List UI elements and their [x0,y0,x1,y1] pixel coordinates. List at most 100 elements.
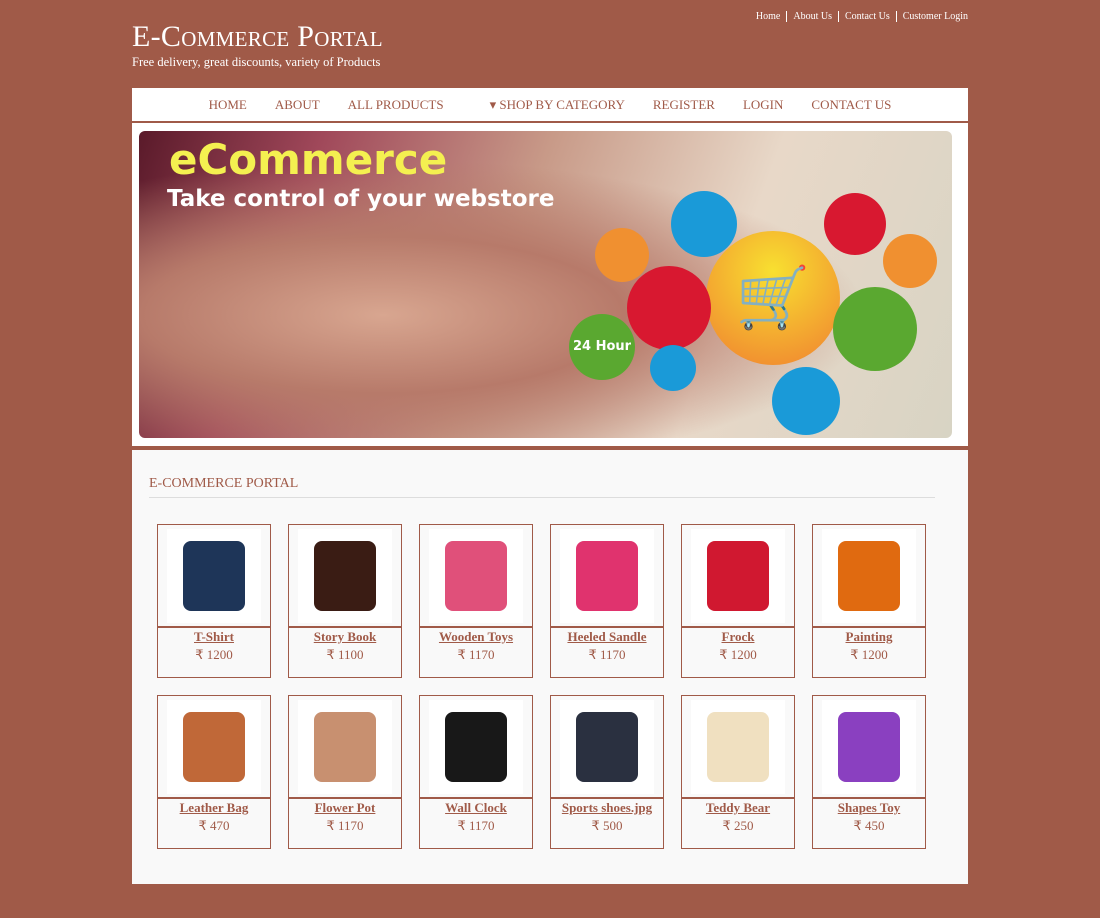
nav-all-products[interactable]: ALL PRODUCTS [334,97,458,113]
product-thumbnail [183,711,245,782]
nav-contact-us[interactable]: CONTACT US [797,97,905,113]
sale-tag-icon [824,193,886,255]
product-thumbnail [576,540,638,611]
product-image[interactable] [560,528,654,623]
product-image-frame[interactable] [158,525,270,628]
nav-shop-by-category[interactable]: ▾ SHOP BY CATEGORY [458,97,639,113]
product-card[interactable]: Wall Clock ₹ 1170 [419,695,533,849]
nav-home[interactable]: HOME [195,97,261,113]
product-image[interactable] [298,699,392,794]
product-card[interactable]: Flower Pot ₹ 1170 [288,695,402,849]
monitor-icon [772,367,840,435]
product-name-link[interactable]: Teddy Bear [682,800,794,816]
product-image[interactable] [167,699,261,794]
nav-login[interactable]: LOGIN [729,97,797,113]
product-image[interactable] [822,528,916,623]
product-card[interactable]: Painting ₹ 1200 [812,524,926,678]
product-thumbnail [707,711,769,782]
product-thumbnail [838,540,900,611]
banner-subtitle: Take control of your webstore [167,186,555,212]
product-card[interactable]: Teddy Bear ₹ 250 [681,695,795,849]
product-price: ₹ 1170 [457,647,495,662]
site-tagline: Free delivery, great discounts, variety … [132,55,381,69]
gift-icon [833,287,917,371]
product-card[interactable]: Heeled Sandle ₹ 1170 [550,524,664,678]
product-image-frame[interactable] [813,525,925,628]
main-nav: HOME ABOUT ALL PRODUCTS ▾ SHOP BY CATEGO… [132,88,968,123]
product-card[interactable]: Shapes Toy ₹ 450 [812,695,926,849]
product-price: ₹ 470 [198,818,230,833]
product-name-link[interactable]: Flower Pot [289,800,401,816]
product-name-link[interactable]: Heeled Sandle [551,629,663,645]
product-image[interactable] [167,528,261,623]
product-name-link[interactable]: Shapes Toy [813,800,925,816]
product-image-frame[interactable] [158,696,270,799]
product-card[interactable]: Frock ₹ 1200 [681,524,795,678]
product-image-frame[interactable] [682,696,794,799]
product-price: ₹ 250 [722,818,754,833]
product-card[interactable]: Story Book ₹ 1100 [288,524,402,678]
product-card[interactable]: T-Shirt ₹ 1200 [157,524,271,678]
section-title: E-COMMERCE PORTAL [149,476,299,491]
product-price: ₹ 1200 [850,647,888,662]
product-name-link[interactable]: Wall Clock [420,800,532,816]
top-link-customer-login[interactable]: Customer Login [895,11,968,22]
site-title[interactable]: E-Commerce Portal [132,20,383,54]
top-link-contact[interactable]: Contact Us [838,11,896,22]
product-card[interactable]: Sports shoes.jpg ₹ 500 [550,695,664,849]
clock-24-icon: 24 Hour [569,314,635,380]
product-image-frame[interactable] [682,525,794,628]
product-card[interactable]: Wooden Toys ₹ 1170 [419,524,533,678]
product-image-frame[interactable] [813,696,925,799]
product-image[interactable] [822,699,916,794]
banner-image: eCommerce Take control of your webstore … [139,131,952,438]
card-icon [627,266,711,350]
truck-icon [595,228,649,282]
product-image[interactable] [429,699,523,794]
product-price: ₹ 1200 [195,647,233,662]
product-thumbnail [445,540,507,611]
top-link-about[interactable]: About Us [786,11,838,22]
product-image[interactable] [429,528,523,623]
product-thumbnail [576,711,638,782]
product-image-frame[interactable] [420,696,532,799]
products-section: E-COMMERCE PORTAL T-Shirt ₹ 1200 Story B… [132,450,968,884]
product-price: ₹ 450 [853,818,885,833]
product-thumbnail [314,540,376,611]
product-thumbnail [183,540,245,611]
product-image[interactable] [691,699,785,794]
product-image-frame[interactable] [289,525,401,628]
top-links: Home About Us Contact Us Customer Login [750,11,968,22]
banner-section: eCommerce Take control of your webstore … [132,123,968,446]
product-card[interactable]: Leather Bag ₹ 470 [157,695,271,849]
product-name-link[interactable]: Sports shoes.jpg [551,800,663,816]
product-name-link[interactable]: Leather Bag [158,800,270,816]
product-image-frame[interactable] [289,696,401,799]
top-link-home[interactable]: Home [750,11,786,22]
product-name-link[interactable]: Story Book [289,629,401,645]
shopping-bag-icon [671,191,737,257]
product-image[interactable] [560,699,654,794]
product-price: ₹ 1170 [326,818,364,833]
product-image[interactable] [691,528,785,623]
nav-about[interactable]: ABOUT [261,97,334,113]
product-price: ₹ 1170 [457,818,495,833]
product-name-link[interactable]: Wooden Toys [420,629,532,645]
phone-icon [650,345,696,391]
product-thumbnail [314,711,376,782]
product-name-link[interactable]: T-Shirt [158,629,270,645]
product-name-link[interactable]: Frock [682,629,794,645]
cart-icon: 🛒 [706,231,840,365]
product-thumbnail [445,711,507,782]
product-image[interactable] [298,528,392,623]
product-thumbnail [838,711,900,782]
product-price: ₹ 1100 [326,647,364,662]
nav-register[interactable]: REGISTER [639,97,729,113]
product-thumbnail [707,540,769,611]
product-image-frame[interactable] [551,525,663,628]
product-image-frame[interactable] [420,525,532,628]
product-name-link[interactable]: Painting [813,629,925,645]
banner-title: eCommerce [169,135,448,184]
product-price: ₹ 500 [591,818,623,833]
product-image-frame[interactable] [551,696,663,799]
